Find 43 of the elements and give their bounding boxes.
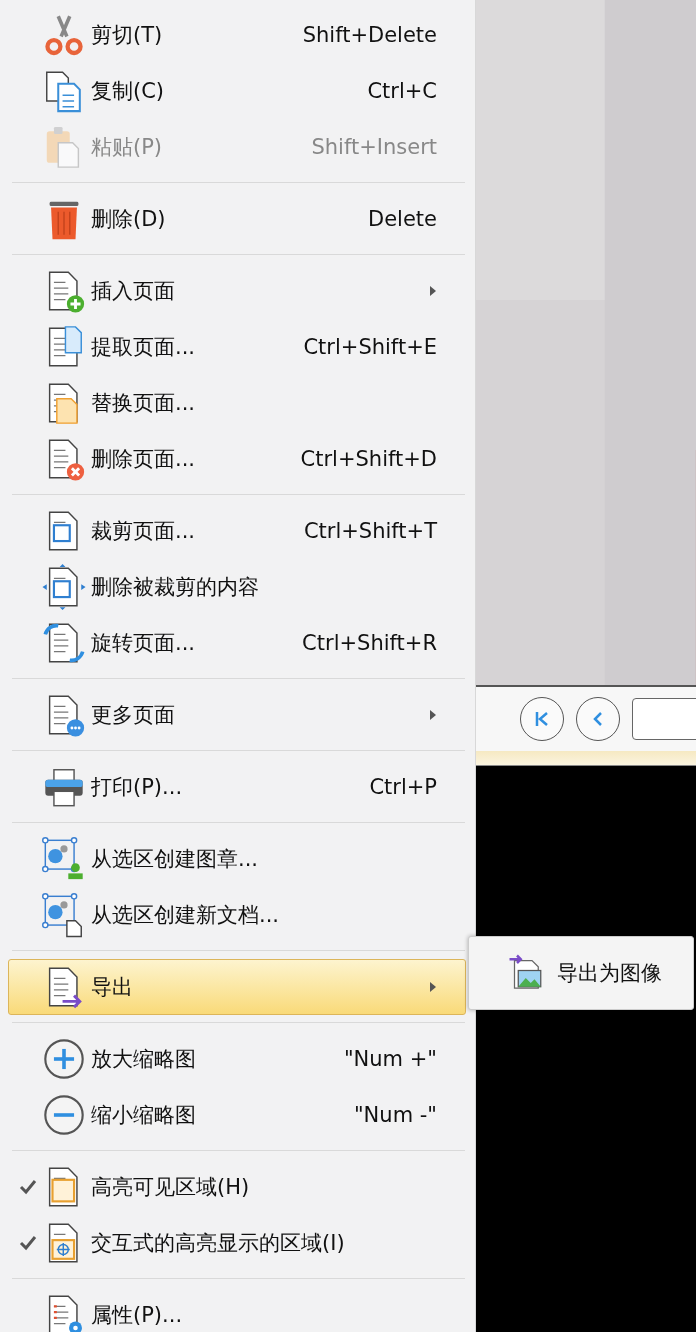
shortcut-text: Delete bbox=[368, 207, 437, 231]
menu-item[interactable]: 更多页面 bbox=[8, 687, 466, 743]
shortcut-text: Ctrl+Shift+R bbox=[302, 631, 437, 655]
menu-item[interactable]: 插入页面 bbox=[8, 263, 466, 319]
check-icon bbox=[19, 1235, 37, 1251]
menu-item[interactable]: 缩小缩略图 "Num -" bbox=[8, 1087, 466, 1143]
shortcut-text: Ctrl+P bbox=[369, 775, 437, 799]
caret-icon bbox=[429, 285, 437, 297]
menu-item[interactable]: 删除页面... Ctrl+Shift+D bbox=[8, 431, 466, 487]
menu-item[interactable]: 删除(D) Delete bbox=[8, 191, 466, 247]
menu-item[interactable]: 裁剪页面... Ctrl+Shift+T bbox=[8, 503, 466, 559]
previous-page-button[interactable] bbox=[576, 697, 620, 741]
menu-item[interactable]: 高亮可见区域(H) bbox=[8, 1159, 466, 1215]
caret-icon bbox=[429, 709, 437, 721]
shortcut-text: Shift+Insert bbox=[311, 135, 437, 159]
menu-item[interactable]: 复制(C) Ctrl+C bbox=[8, 63, 466, 119]
menu-item[interactable]: 属性(P)... bbox=[8, 1287, 466, 1332]
menu-item[interactable]: 导出 bbox=[8, 959, 466, 1015]
plus-circle-icon bbox=[41, 1036, 87, 1082]
minus-circle-icon bbox=[41, 1092, 87, 1138]
menu-item[interactable]: 提取页面... Ctrl+Shift+E bbox=[8, 319, 466, 375]
shortcut-text: Shift+Delete bbox=[302, 23, 437, 47]
menu-item[interactable]: 交互式的高亮显示的区域(I) bbox=[8, 1215, 466, 1271]
shortcut-text: "Num -" bbox=[353, 1103, 437, 1127]
shortcut-text: Ctrl+Shift+D bbox=[300, 447, 437, 471]
shortcut-text: "Num +" bbox=[343, 1047, 437, 1071]
menu-item[interactable]: 从选区创建新文档... bbox=[8, 887, 466, 943]
shortcut-text: Ctrl+Shift+E bbox=[303, 335, 437, 359]
caret-icon bbox=[429, 981, 437, 993]
shortcut-text: Ctrl+Shift+T bbox=[303, 519, 437, 543]
menu-item[interactable]: 删除被裁剪的内容 bbox=[8, 559, 466, 615]
page-field[interactable] bbox=[632, 698, 696, 740]
first-page-button[interactable] bbox=[520, 697, 564, 741]
menu-item[interactable]: 从选区创建图章... bbox=[8, 831, 466, 887]
check-icon bbox=[19, 1179, 37, 1195]
menu-item[interactable]: 替换页面... bbox=[8, 375, 466, 431]
menu-item[interactable]: 打印(P)... Ctrl+P bbox=[8, 759, 466, 815]
shortcut-text: Ctrl+C bbox=[367, 79, 437, 103]
menu-item[interactable]: 旋转页面... Ctrl+Shift+R bbox=[8, 615, 466, 671]
menu-item[interactable]: 放大缩略图 "Num +" bbox=[8, 1031, 466, 1087]
crop-icon bbox=[41, 564, 87, 610]
menu-item[interactable]: 导出为图像 bbox=[469, 937, 672, 1009]
menu-item[interactable]: 剪切(T) Shift+Delete bbox=[8, 7, 466, 63]
